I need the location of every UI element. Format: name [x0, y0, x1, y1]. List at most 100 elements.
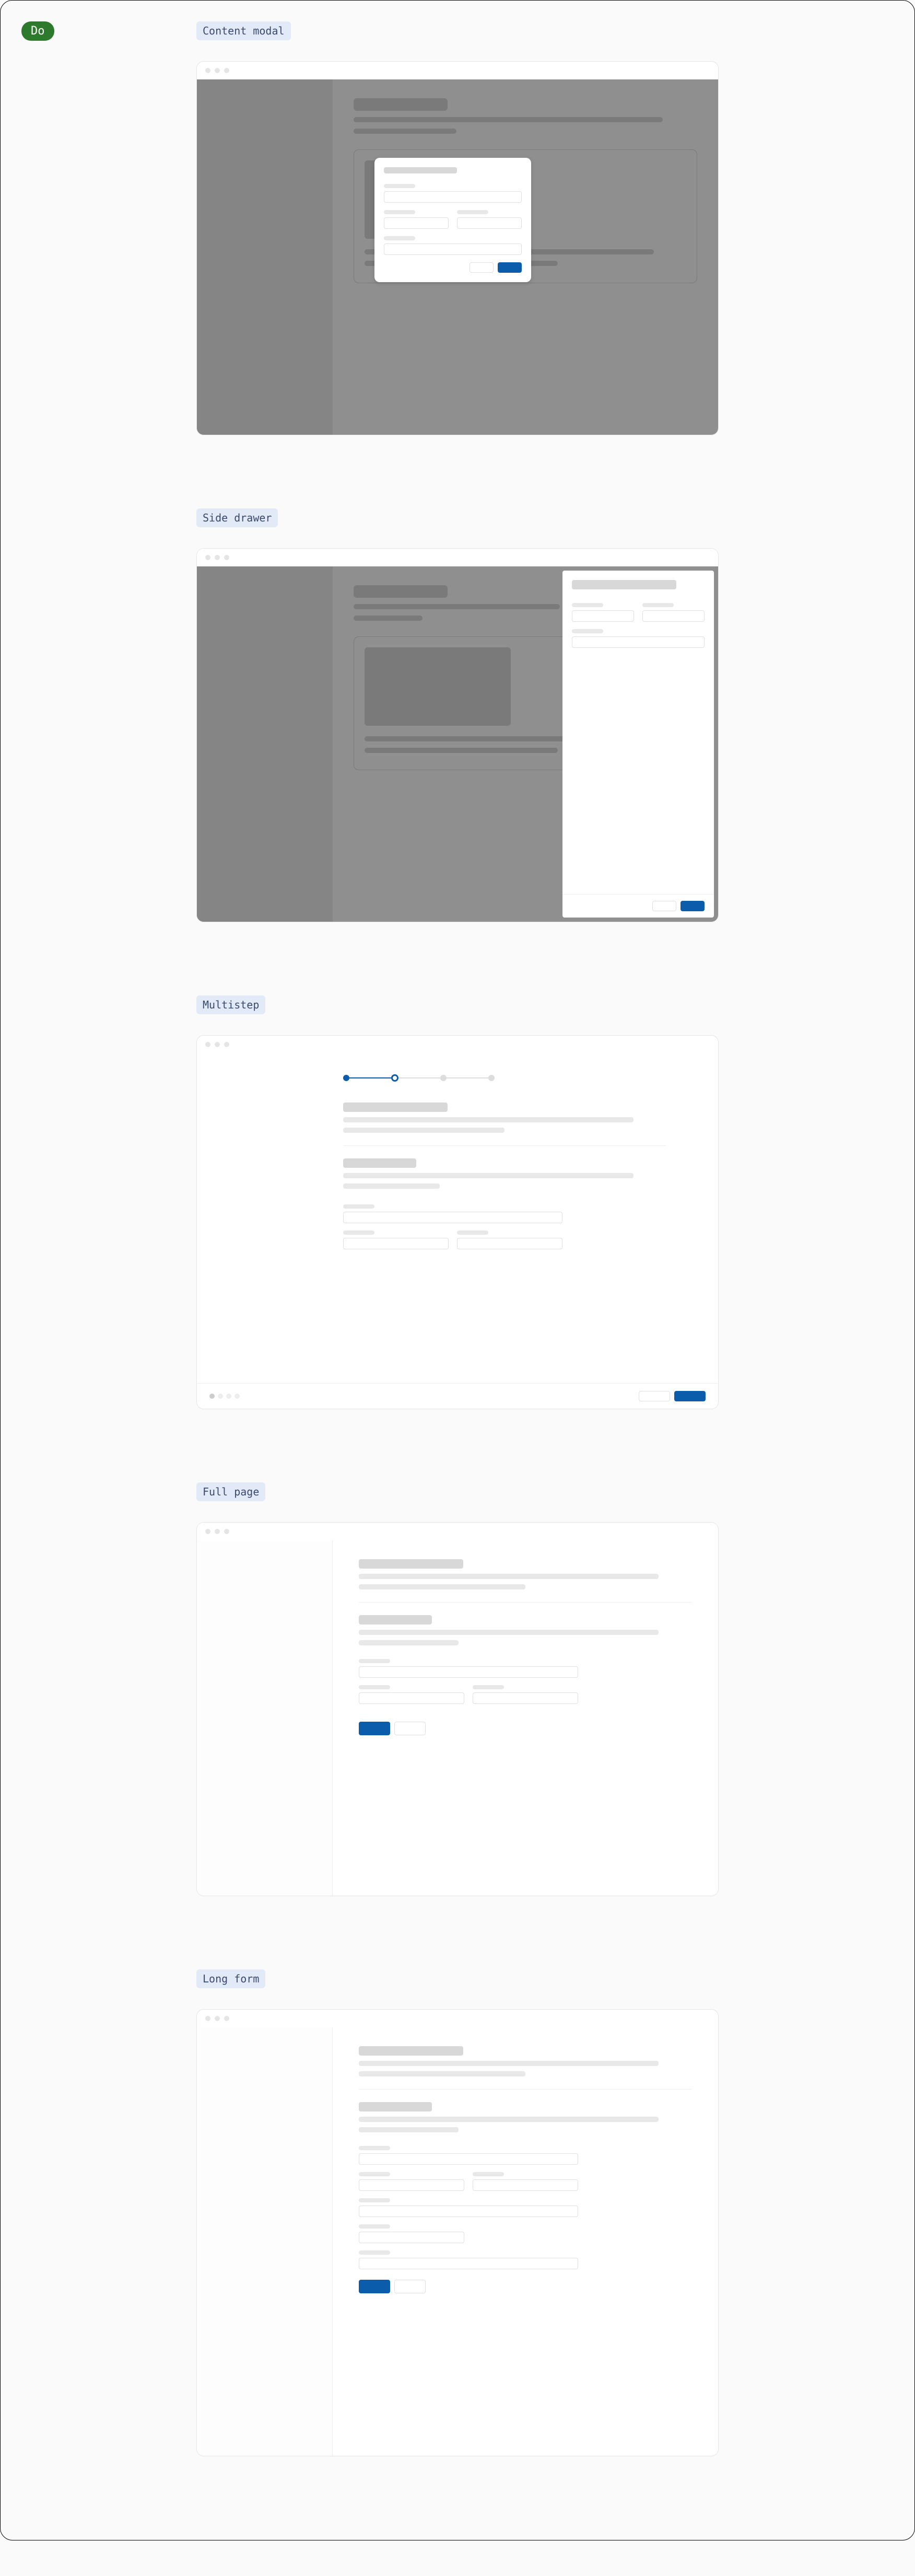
field-label [359, 2250, 390, 2255]
cancel-button[interactable] [394, 1722, 426, 1735]
field-label [473, 1685, 504, 1689]
browser-bar [197, 2010, 718, 2027]
progress-dot [218, 1394, 223, 1399]
ghost-title [354, 98, 448, 111]
ghost-line [343, 1173, 634, 1178]
browser-frame [196, 1522, 719, 1896]
multistep-footer [197, 1383, 718, 1409]
ghost-line [354, 117, 663, 122]
traffic-light-dot [215, 1529, 220, 1534]
submit-button[interactable] [359, 2280, 390, 2293]
ghost-line [354, 129, 456, 134]
step-dot-upcoming[interactable] [488, 1075, 495, 1081]
text-input[interactable] [457, 217, 522, 229]
ghost-line [359, 2117, 659, 2122]
text-input[interactable] [359, 2232, 464, 2243]
ghost-line [359, 1574, 659, 1579]
traffic-light-dot [215, 555, 220, 560]
traffic-light-dot [205, 1529, 210, 1534]
back-button[interactable] [639, 1391, 670, 1401]
progress-dots [209, 1394, 240, 1399]
footer-actions [639, 1391, 706, 1401]
text-input[interactable] [359, 1692, 464, 1704]
section-side-drawer: Side drawer [196, 508, 719, 922]
section-label: Side drawer [196, 508, 278, 527]
traffic-light-dot [224, 1529, 229, 1534]
submit-button[interactable] [498, 262, 522, 273]
text-input[interactable] [359, 2153, 578, 2165]
cancel-button[interactable] [652, 901, 676, 911]
next-button[interactable] [674, 1391, 706, 1401]
section-label: Multistep [196, 995, 265, 1014]
field-label [457, 210, 488, 214]
ghost-line [343, 1183, 440, 1189]
field-label [384, 236, 415, 240]
browser-bar [197, 62, 718, 79]
browser-frame [196, 1035, 719, 1409]
browser-frame [196, 548, 719, 922]
ghost-line [359, 1640, 459, 1645]
text-input[interactable] [359, 1666, 578, 1678]
page-sidebar [197, 2027, 333, 2456]
text-input[interactable] [359, 2206, 578, 2217]
text-input[interactable] [384, 217, 449, 229]
viewport [197, 2027, 718, 2456]
text-input[interactable] [384, 191, 522, 203]
browser-bar [197, 1523, 718, 1540]
field-label [384, 184, 415, 188]
section-label: Long form [196, 1969, 265, 1988]
page-main [333, 1540, 718, 1896]
page-title [359, 1559, 463, 1569]
field-label [359, 2146, 390, 2150]
field-label [572, 629, 603, 633]
ghost-line [365, 748, 558, 753]
step-dot-current[interactable] [391, 1074, 398, 1082]
text-input[interactable] [642, 610, 705, 622]
section-content-modal: Content modal [196, 21, 719, 435]
text-input[interactable] [572, 636, 705, 648]
text-input[interactable] [359, 2258, 578, 2269]
text-input[interactable] [343, 1238, 449, 1249]
viewport [197, 566, 718, 922]
traffic-light-dot [215, 68, 220, 73]
content-modal [374, 158, 531, 282]
traffic-light-dot [215, 2016, 220, 2021]
form-actions [359, 1722, 692, 1735]
field-label [359, 2198, 390, 2202]
cancel-button[interactable] [394, 2280, 426, 2293]
field-label [473, 2172, 504, 2176]
section-heading [359, 2102, 432, 2111]
ghost-line [359, 2071, 525, 2076]
ghost-line [359, 2061, 659, 2066]
text-input[interactable] [384, 243, 522, 255]
step-dot-upcoming[interactable] [440, 1075, 447, 1081]
ghost-image [365, 647, 511, 726]
browser-bar [197, 549, 718, 566]
divider [359, 1602, 692, 1603]
cancel-button[interactable] [470, 262, 494, 273]
text-input[interactable] [473, 1692, 578, 1704]
viewport [197, 1540, 718, 1896]
page-title [359, 2046, 463, 2056]
submit-button[interactable] [681, 901, 705, 911]
field-label [359, 1685, 390, 1689]
page-container: Do Content modal [0, 0, 915, 2540]
text-input[interactable] [473, 2179, 578, 2191]
text-input[interactable] [359, 2179, 464, 2191]
submit-button[interactable] [359, 1722, 390, 1735]
text-input[interactable] [343, 1212, 562, 1223]
ghost-line [359, 1584, 525, 1589]
divider [359, 2089, 692, 2090]
field-label [343, 1204, 374, 1209]
modal-footer [384, 262, 522, 273]
ghost-title [354, 585, 448, 598]
ghost-line [354, 616, 423, 621]
traffic-light-dot [205, 68, 210, 73]
form-actions [359, 2280, 692, 2293]
ghost-line [359, 2127, 459, 2132]
text-input[interactable] [457, 1238, 562, 1249]
ghost-sidebar [197, 79, 333, 435]
text-input[interactable] [572, 610, 634, 622]
step-dot-complete[interactable] [343, 1075, 349, 1081]
field-label [343, 1231, 374, 1235]
